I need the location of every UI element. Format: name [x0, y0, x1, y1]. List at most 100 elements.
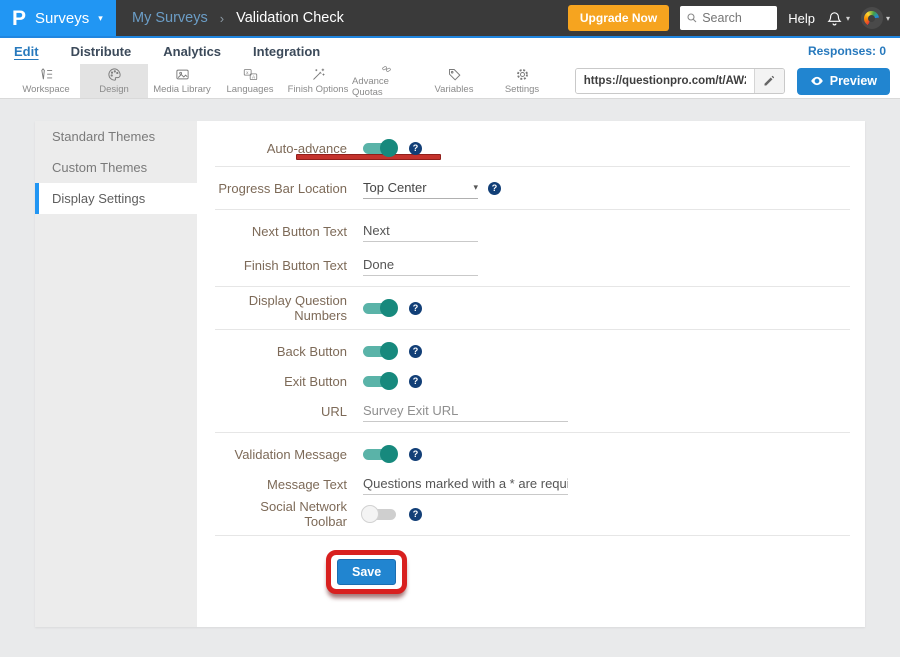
toolbar-item-finish-options[interactable]: Finish Options [284, 64, 352, 98]
message-text-row: Message Text [215, 469, 850, 499]
sidebar-item-standard-themes[interactable]: Standard Themes [35, 121, 197, 152]
divider [215, 329, 850, 330]
display-question-numbers-help-icon[interactable]: ? [409, 302, 422, 315]
auto-advance-toggle[interactable] [363, 143, 396, 154]
svg-text:x: x [246, 70, 249, 75]
questionpro-logo-icon: P [12, 8, 26, 29]
themes-sidebar: Standard Themes Custom Themes Display Se… [35, 121, 197, 627]
auto-advance-help-icon[interactable]: ? [409, 142, 422, 155]
progress-bar-location-row: Progress Bar Location Top Center ▾ ? [215, 173, 850, 203]
avatar [861, 7, 883, 29]
toolbar-item-workspace[interactable]: Workspace [12, 64, 80, 98]
chevron-down-icon: ▾ [886, 14, 890, 23]
help-link[interactable]: Help [788, 11, 815, 26]
notifications-menu[interactable]: ▾ [826, 10, 850, 27]
validation-message-help-icon[interactable]: ? [409, 448, 422, 461]
chevron-down-icon: ▾ [846, 14, 850, 23]
toolbar-item-label: Advance Quotas [352, 76, 420, 98]
toolbar-item-label: Variables [435, 84, 474, 95]
toolbar-item-label: Media Library [153, 84, 211, 95]
back-button-row: Back Button ? [215, 336, 850, 366]
toolbar-item-label: Finish Options [288, 84, 349, 95]
tag-icon [447, 67, 462, 82]
validation-message-row: Validation Message ? [215, 439, 850, 469]
responses-count[interactable]: Responses: 0 [808, 44, 886, 58]
social-network-toolbar-label: Social Network Toolbar [215, 499, 347, 529]
toolbar-item-label: Languages [226, 84, 273, 95]
breadcrumb: My Surveys › Validation Check [132, 10, 344, 26]
back-button-label: Back Button [215, 344, 347, 359]
toolbar-item-advance-quotas[interactable]: Advance Quotas [352, 64, 420, 98]
upgrade-now-button[interactable]: Upgrade Now [568, 5, 669, 31]
tab-distribute[interactable]: Distribute [71, 44, 132, 59]
divider [215, 432, 850, 433]
edit-url-button[interactable] [754, 69, 784, 93]
social-network-toolbar-toggle[interactable] [363, 509, 396, 520]
sidebar-item-display-settings[interactable]: Display Settings [35, 183, 197, 214]
social-network-toolbar-row: Social Network Toolbar ? [215, 499, 850, 529]
magic-wand-icon [311, 67, 326, 82]
progress-bar-location-select[interactable]: Top Center ▾ [363, 178, 478, 199]
design-palette-icon [107, 67, 122, 82]
toggle-knob [380, 445, 398, 463]
social-network-toolbar-help-icon[interactable]: ? [409, 508, 422, 521]
validation-message-toggle[interactable] [363, 449, 396, 460]
divider [215, 286, 850, 287]
bell-icon [826, 10, 843, 27]
exit-url-input[interactable] [363, 401, 568, 422]
toggle-knob [361, 505, 379, 523]
progress-bar-help-icon[interactable]: ? [488, 182, 501, 195]
exit-button-help-icon[interactable]: ? [409, 375, 422, 388]
exit-url-row: URL [215, 396, 850, 426]
eye-icon [810, 74, 824, 88]
progress-bar-location-value: Top Center [363, 180, 427, 195]
finish-button-text-row: Finish Button Text [215, 250, 850, 280]
divider [215, 209, 850, 210]
message-text-input[interactable] [363, 474, 568, 495]
section-tabs: Edit Distribute Analytics Integration Re… [0, 38, 900, 64]
tab-integration[interactable]: Integration [253, 44, 320, 59]
preview-button[interactable]: Preview [797, 68, 890, 95]
edit-toolbar: Workspace Design Media Library xA Langua… [0, 64, 900, 99]
chain-links-icon [379, 64, 394, 74]
survey-url-input[interactable] [576, 69, 754, 93]
preview-button-label: Preview [830, 74, 877, 88]
search-box[interactable] [680, 6, 777, 30]
next-button-text-row: Next Button Text [215, 216, 850, 246]
tab-edit[interactable]: Edit [14, 44, 39, 59]
toolbar-item-design[interactable]: Design [80, 64, 148, 98]
account-menu[interactable]: ▾ [861, 7, 890, 29]
sidebar-item-custom-themes[interactable]: Custom Themes [35, 152, 197, 183]
display-question-numbers-toggle[interactable] [363, 303, 396, 314]
toolbar-item-media-library[interactable]: Media Library [148, 64, 216, 98]
toolbar-item-settings[interactable]: Settings [488, 64, 556, 98]
save-area: Save [326, 550, 407, 594]
save-button[interactable]: Save [337, 559, 396, 585]
next-button-text-input[interactable] [363, 221, 478, 242]
exit-button-label: Exit Button [215, 374, 347, 389]
sidebar-item-label: Custom Themes [52, 160, 147, 175]
divider [215, 535, 850, 536]
surveys-product-menu[interactable]: P Surveys ▾ [0, 0, 116, 36]
toolbar-item-variables[interactable]: Variables [420, 64, 488, 98]
toolbar-item-languages[interactable]: xA Languages [216, 64, 284, 98]
display-settings-form: Auto-advance ? Progress Bar Location Top… [197, 121, 865, 627]
search-input[interactable] [702, 11, 772, 25]
display-question-numbers-label: Display Question Numbers [215, 293, 347, 323]
toggle-knob [380, 299, 398, 317]
tab-analytics[interactable]: Analytics [163, 44, 221, 59]
exit-button-toggle[interactable] [363, 376, 396, 387]
breadcrumb-my-surveys[interactable]: My Surveys [132, 10, 208, 26]
auto-advance-row: Auto-advance ? [215, 121, 850, 151]
back-button-toggle[interactable] [363, 346, 396, 357]
finish-button-text-label: Finish Button Text [215, 258, 347, 273]
message-text-label: Message Text [215, 477, 347, 492]
workspace-icon [39, 67, 54, 82]
finish-button-text-input[interactable] [363, 255, 478, 276]
breadcrumb-separator-icon: › [220, 11, 224, 26]
chevron-down-icon: ▾ [98, 13, 103, 24]
back-button-help-icon[interactable]: ? [409, 345, 422, 358]
content-area: Standard Themes Custom Themes Display Se… [0, 99, 900, 649]
pencil-icon [763, 75, 775, 87]
search-icon [686, 12, 698, 24]
